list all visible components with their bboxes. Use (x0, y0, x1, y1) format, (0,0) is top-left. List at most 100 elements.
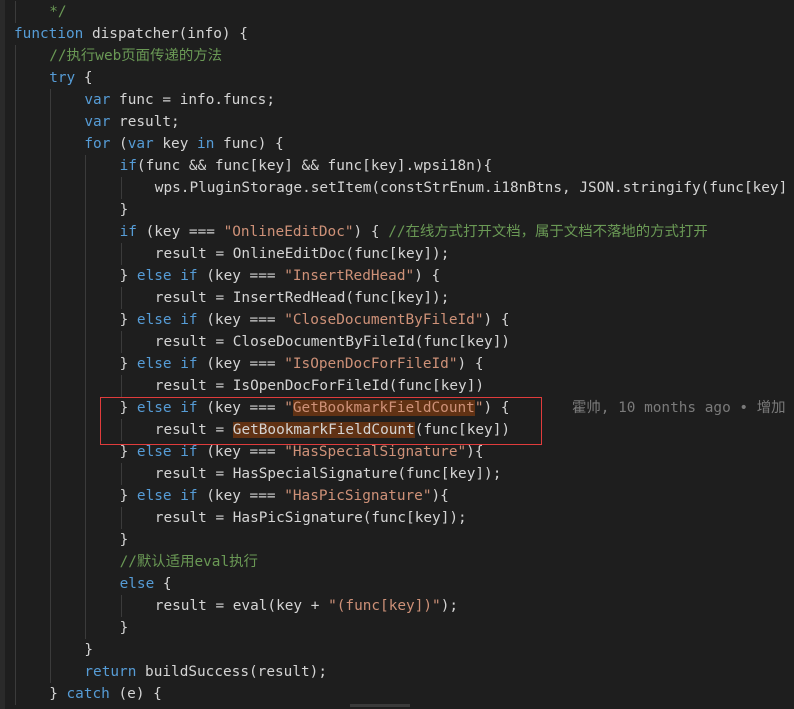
indent-guide (15, 67, 16, 89)
code-token: { (75, 70, 93, 86)
indent-guide (15, 485, 16, 507)
indent-guide (15, 243, 16, 265)
indent-guide (50, 111, 52, 133)
code-line[interactable]: } (0, 639, 794, 661)
code-token: } (119, 268, 137, 284)
code-token: function (14, 26, 84, 42)
code-token: (key === (197, 356, 285, 372)
code-token: func) { (214, 136, 284, 152)
code-line[interactable]: function dispatcher(info) { (0, 23, 794, 45)
code-token: ( (110, 136, 128, 152)
indent-guide (50, 353, 52, 375)
indent-guide (50, 89, 52, 111)
code-token: wps.PluginStorage.setItem(constStrEnum.i… (154, 180, 788, 196)
code-token: } (119, 444, 137, 460)
code-token: " (474, 400, 484, 416)
code-token: else if (136, 356, 198, 372)
code-line[interactable]: for (var key in func) { (0, 133, 794, 155)
code-token: buildSuccess(result); (136, 664, 327, 680)
code-line[interactable]: //默认适用eval执行 (0, 551, 794, 573)
code-token: result = (154, 422, 233, 438)
code-token: (key === (136, 224, 224, 240)
indent-guide (15, 683, 16, 705)
code-token: dispatcher(info) { (83, 26, 248, 42)
code-line[interactable]: if(func && func[key] && func[key].wpsi18… (0, 155, 794, 177)
code-token: "CloseDocumentByFileId" (284, 312, 484, 328)
code-token: "(func[key])" (328, 598, 441, 614)
indent-guide (50, 199, 52, 221)
code-line[interactable]: } (0, 617, 794, 639)
indent-guide (15, 177, 16, 199)
code-line[interactable]: } else if (key === "InsertRedHead") { (0, 265, 794, 287)
code-line[interactable]: result = IsOpenDocForFileId(func[key]) (0, 375, 794, 397)
code-token: in (197, 136, 215, 152)
indent-guide (50, 221, 52, 243)
code-line[interactable]: } (0, 199, 794, 221)
indent-guide (15, 595, 16, 617)
indent-guide (85, 485, 87, 507)
code-line[interactable]: result = OnlineEditDoc(func[key]); (0, 243, 794, 265)
code-token: ) { (483, 400, 510, 416)
code-token: result = HasSpecialSignature(func[key]); (154, 466, 502, 482)
code-token: var (84, 114, 111, 130)
indent-guide (15, 133, 16, 155)
code-token: "OnlineEditDoc" (223, 224, 354, 240)
code-line[interactable]: */ (0, 1, 794, 23)
code-line[interactable]: } else if (key === "CloseDocumentByFileI… (0, 309, 794, 331)
code-line[interactable]: else { (0, 573, 794, 595)
code-line[interactable]: return buildSuccess(result); (0, 661, 794, 683)
code-line[interactable]: try { (0, 67, 794, 89)
code-token: result; (110, 114, 180, 130)
code-line[interactable]: result = CloseDocumentByFileId(func[key]… (0, 331, 794, 353)
indent-guide (120, 287, 122, 309)
code-token: if (119, 224, 137, 240)
indent-guide (85, 309, 87, 331)
indent-guide (50, 155, 52, 177)
code-line[interactable]: result = eval(key + "(func[key])"); (0, 595, 794, 617)
indent-guide (15, 309, 16, 331)
code-line[interactable]: } catch (e) { (0, 683, 794, 705)
code-line[interactable]: } else if (key === "HasPicSignature"){ (0, 485, 794, 507)
code-line[interactable]: result = InsertRedHead(func[key]); (0, 287, 794, 309)
code-token: ){ (431, 488, 449, 504)
indent-guide (15, 89, 16, 111)
next-line-fragment (350, 704, 410, 707)
indent-guide (120, 331, 122, 353)
code-line[interactable]: var func = info.funcs; (0, 89, 794, 111)
indent-guide (120, 595, 122, 617)
code-token: } (84, 642, 94, 658)
code-token: " (284, 400, 293, 416)
indent-guide (85, 463, 87, 485)
git-blame-annotation: 霍帅, 10 months ago • 增加 (572, 400, 786, 416)
code-token: (key === (197, 312, 285, 328)
indent-guide (15, 639, 16, 661)
indent-guide (120, 419, 122, 441)
indent-guide (85, 265, 87, 287)
code-line[interactable]: if (key === "OnlineEditDoc") { //在线方式打开文… (0, 221, 794, 243)
code-line[interactable]: } else if (key === "HasSpecialSignature"… (0, 441, 794, 463)
code-line[interactable]: var result; (0, 111, 794, 133)
indent-guide (50, 573, 52, 595)
code-line[interactable]: result = HasSpecialSignature(func[key]); (0, 463, 794, 485)
indent-guide (50, 419, 52, 441)
code-token: key (153, 136, 198, 152)
code-line[interactable]: result = GetBookmarkFieldCount(func[key]… (0, 419, 794, 441)
code-line[interactable]: //执行web页面传递的方法 (0, 45, 794, 67)
code-line[interactable]: } (0, 529, 794, 551)
indent-guide (15, 265, 16, 287)
code-line[interactable]: } else if (key === "IsOpenDocForFileId")… (0, 353, 794, 375)
indent-guide (50, 309, 52, 331)
indent-guide (120, 507, 122, 529)
code-editor[interactable]: */ function dispatcher(info) {//执行web页面传递… (0, 0, 794, 709)
code-token: { (154, 576, 172, 592)
indent-guide (50, 265, 52, 287)
indent-guide (15, 507, 16, 529)
indent-guide (50, 463, 52, 485)
code-line[interactable]: wps.PluginStorage.setItem(constStrEnum.i… (0, 177, 794, 199)
indent-guide (50, 661, 52, 683)
code-token: } (49, 686, 67, 702)
code-token: "InsertRedHead" (284, 268, 415, 284)
indent-guide (15, 573, 16, 595)
code-line[interactable]: result = HasPicSignature(func[key]); (0, 507, 794, 529)
indent-guide (15, 529, 16, 551)
